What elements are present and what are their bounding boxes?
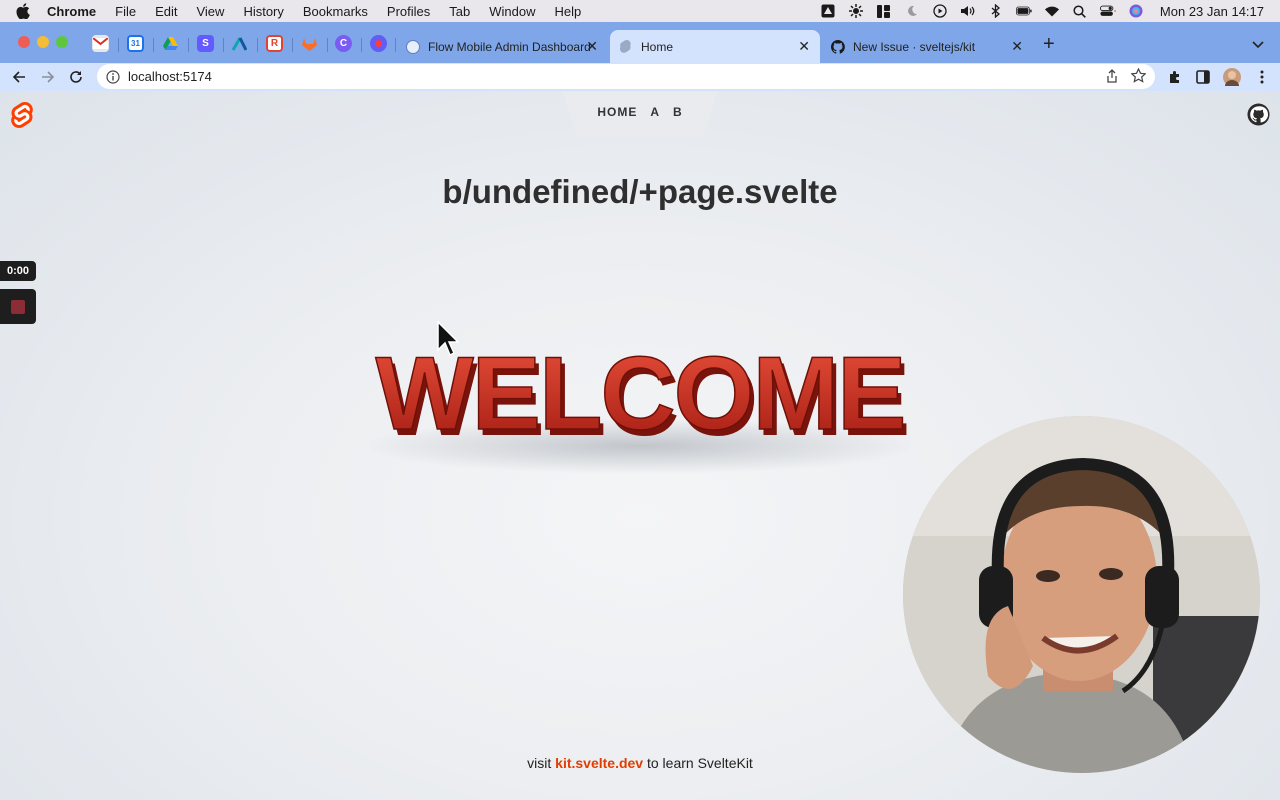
page-heading: b/undefined/+page.svelte [442,173,838,210]
bookmark-star-icon[interactable] [1131,68,1146,83]
recording-timer: 0:00 [0,261,36,281]
tab-strip: 31 S R C Flow Mobile Admin Dashboard ✕ H… [0,22,1280,63]
siri-icon[interactable] [1128,4,1144,18]
stop-icon [11,299,25,314]
chrome-menu-icon[interactable] [1252,67,1272,87]
pinned-tab-record[interactable] [370,35,387,52]
share-icon[interactable] [1106,69,1118,83]
globe-icon [406,39,420,54]
layout-icon[interactable] [876,4,892,18]
mouse-cursor-icon [437,321,459,357]
back-button[interactable] [9,67,29,87]
close-tab-icon[interactable]: ✕ [1011,38,1023,55]
tab-flow-mobile-admin[interactable]: Flow Mobile Admin Dashboard ✕ [398,30,608,63]
pinned-tab-stripe[interactable]: S [197,35,214,52]
presenter-video [903,416,1260,773]
tab-new-issue[interactable]: New Issue · sveltejs/kit ✕ [823,30,1033,63]
svelte-favicon-icon [619,39,633,54]
window-close-button[interactable] [18,36,30,48]
window-zoom-button[interactable] [56,36,68,48]
menu-bookmarks[interactable]: Bookmarks [303,4,368,19]
pinned-tab-gmail[interactable] [92,35,109,52]
tab-title: Home [641,39,674,54]
battery-icon[interactable] [1015,4,1032,18]
side-panel-icon[interactable] [1193,67,1213,87]
menu-help[interactable]: Help [555,4,582,19]
volume-icon[interactable] [960,4,976,18]
menu-app-name[interactable]: Chrome [47,4,96,19]
pinned-tab-analytics[interactable] [231,35,248,52]
menu-history[interactable]: History [243,4,283,19]
window-minimize-button[interactable] [37,36,49,48]
kit-svelte-link[interactable]: kit.svelte.dev [555,755,643,771]
macos-menu-bar: Chrome File Edit View History Bookmarks … [0,0,1280,22]
menu-clock[interactable]: Mon 23 Jan 14:17 [1160,4,1264,19]
pinned-tab-calendar[interactable]: 31 [127,35,144,52]
new-tab-button[interactable]: + [1043,34,1055,54]
menu-window[interactable]: Window [489,4,535,19]
nav-link-a[interactable]: A [650,105,660,119]
browser-toolbar: localhost:5174 [0,63,1280,91]
github-icon[interactable] [1247,103,1270,126]
close-tab-icon[interactable]: ✕ [798,38,810,55]
webcam-overlay [903,416,1260,773]
wifi-icon[interactable] [1044,4,1060,18]
menu-profiles[interactable]: Profiles [387,4,430,19]
pinned-tab-drive[interactable] [162,35,179,52]
spotlight-search-icon[interactable] [1072,4,1088,18]
menu-file[interactable]: File [115,4,136,19]
drive-sync-icon[interactable] [820,4,836,18]
sun-gear-icon[interactable] [848,4,864,18]
tab-home[interactable]: Home ✕ [610,30,820,63]
pinned-tab-gitlab[interactable] [301,35,318,52]
reload-button[interactable] [66,67,86,87]
main-nav: HOME A B [584,105,696,119]
url-text[interactable]: localhost:5174 [128,69,212,84]
nav-link-b[interactable]: B [673,105,683,119]
svelte-logo-icon[interactable] [10,102,34,128]
github-favicon-icon [831,39,845,54]
extensions-icon[interactable] [1165,67,1185,87]
menu-edit[interactable]: Edit [155,4,177,19]
address-bar[interactable]: localhost:5174 [97,64,1155,89]
moon-icon[interactable] [904,4,920,18]
control-center-icon[interactable] [1099,4,1116,18]
menu-view[interactable]: View [196,4,224,19]
stop-recording-button[interactable] [0,289,36,324]
profile-avatar[interactable] [1223,68,1241,86]
apple-icon[interactable] [16,3,30,19]
tab-title: New Issue · sveltejs/kit [853,39,976,54]
menu-tab[interactable]: Tab [449,4,470,19]
close-tab-icon[interactable]: ✕ [586,38,598,55]
play-icon[interactable] [932,4,948,18]
pinned-tab-todoist[interactable]: R [266,35,283,52]
nav-link-home[interactable]: HOME [597,105,637,119]
forward-button[interactable] [38,67,58,87]
tab-search-chevron-icon[interactable] [1252,36,1264,54]
tab-title: Flow Mobile Admin Dashboard [428,39,591,54]
site-info-icon[interactable] [106,69,120,84]
bluetooth-icon[interactable] [988,4,1004,18]
pinned-tab-cal[interactable]: C [335,35,352,52]
